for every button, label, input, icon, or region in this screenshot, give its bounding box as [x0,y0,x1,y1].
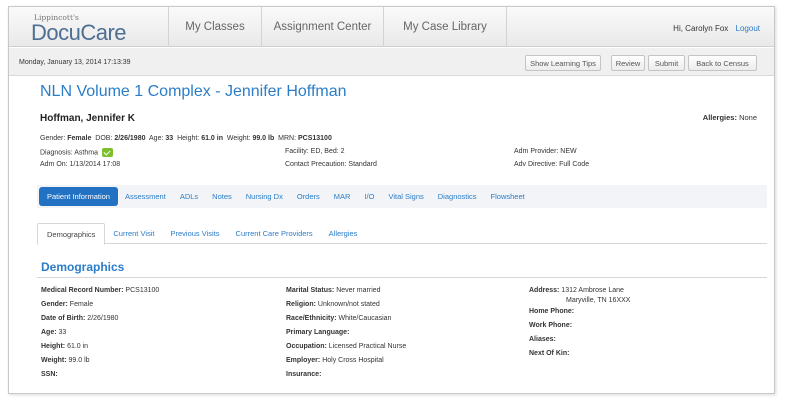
back-to-census-button[interactable]: Back to Census [688,55,757,71]
review-button[interactable]: Review [611,55,645,71]
nav-case-library[interactable]: My Case Library [384,7,507,47]
secondary-tabs: Demographics Current Visit Previous Visi… [37,223,767,245]
diagnosis: Diagnosis: Asthma [40,148,113,157]
primary-tabs: Patient Information Assessment ADLs Note… [37,185,767,208]
advance-directive: Adv Directive: Full Code [514,161,590,168]
mrn-value: PCS13100 [297,135,332,142]
field-work-phone: Work Phone: [529,322,573,329]
tab-allergies[interactable]: Allergies [321,223,366,244]
allergies-label: Allergies: [702,113,737,122]
age-value: 33 [165,135,174,142]
allergies-value: None [739,113,757,122]
logo-big-text: DocuCare [31,20,127,45]
field-date-of-birth: Date of Birth: 2/26/1980 [41,315,119,322]
field-ssn: SSN: [41,371,58,378]
height-label: Height: [177,135,200,142]
docucare-logo[interactable]: Lippincott's DocuCare [9,7,169,47]
patient-case-title: NLN Volume 1 Complex - Jennifer Hoffman [40,83,347,100]
field-religion: Religion: Unknown/not stated [286,301,380,308]
diagnosis-check-icon[interactable] [101,148,113,157]
gender-value: Female [67,135,92,142]
field-next-of-kin: Next Of Kin: [529,350,570,357]
tab-io[interactable]: I/O [357,187,381,206]
user-greeting: Hi, Carolyn Fox [673,24,729,33]
field-home-phone: Home Phone: [529,308,575,315]
field-gender: Gender: Female [41,301,94,308]
patient-vitals-line: Gender: Female DOB: 2/26/1980 Age: 33 He… [40,135,332,142]
tab-mar[interactable]: MAR [327,187,358,206]
action-bar: Monday, January 13, 2014 17:13:39 Show L… [9,48,774,76]
tab-diagnostics[interactable]: Diagnostics [431,187,484,206]
demographics-heading: Demographics [41,260,125,274]
show-learning-tips-button[interactable]: Show Learning Tips [525,55,601,71]
field-address-line2: Maryville, TN 16XXX [566,297,631,304]
age-label: Age: [149,135,164,142]
top-navigation: Lippincott's DocuCare My Classes Assignm… [9,7,774,47]
admitted-on: Adm On: 1/13/2014 17:08 [40,161,121,168]
field-medical-record-number: Medical Record Number: PCS13100 [41,287,160,294]
dob-value: 2/26/1980 [114,135,146,142]
facility-bed: Facility: ED, Bed: 2 [285,148,345,155]
tab-vital-signs[interactable]: Vital Signs [381,187,430,206]
submit-button[interactable]: Submit [648,55,685,71]
nav-my-classes[interactable]: My Classes [169,7,262,47]
field-age: Age: 33 [41,329,67,336]
field-race-ethnicity: Race/Ethnicity: White/Caucasian [286,315,392,322]
logout-link[interactable]: Logout [736,24,760,33]
height-value: 61.0 in [201,135,223,142]
field-marital-status: Marital Status: Never married [286,287,381,294]
gender-label: Gender: [40,135,66,142]
tab-flowsheet[interactable]: Flowsheet [484,187,532,206]
patient-name: Hoffman, Jennifer K [40,113,136,124]
contact-precaution: Contact Precaution: Standard [285,161,377,168]
weight-value: 99.0 lb [252,135,275,142]
field-height: Height: 61.0 in [41,343,89,350]
tab-current-visit[interactable]: Current Visit [105,223,162,244]
tab-orders[interactable]: Orders [290,187,327,206]
current-datetime: Monday, January 13, 2014 17:13:39 [19,59,131,66]
weight-label: Weight: [226,135,251,142]
field-weight: Weight: 99.0 lb [41,357,90,364]
user-box: Hi, Carolyn Fox Logout [673,24,760,33]
dob-label: DOB: [95,135,113,142]
tab-current-care-providers[interactable]: Current Care Providers [228,223,321,244]
field-employer: Employer: Holy Cross Hospital [286,357,384,364]
field-aliases: Aliases: [529,336,556,343]
field-primary-language: Primary Language: [286,329,350,336]
tab-demographics[interactable]: Demographics [37,223,106,245]
field-insurance: Insurance: [286,371,322,378]
tab-nursing-dx[interactable]: Nursing Dx [239,187,290,206]
tab-adls[interactable]: ADLs [173,187,205,206]
diagnosis-text: Diagnosis: Asthma [40,149,98,157]
app-frame: Lippincott's DocuCare My Classes Assignm… [8,6,775,394]
admitting-provider: Adm Provider: NEW [514,148,577,155]
field-occupation: Occupation: Licensed Practical Nurse [286,343,407,350]
section-divider [37,277,767,278]
field-address: Address: 1312 Ambrose Lane [529,287,624,294]
tab-previous-visits[interactable]: Previous Visits [163,223,228,244]
nav-assignment-center[interactable]: Assignment Center [262,7,384,47]
tab-notes[interactable]: Notes [205,187,239,206]
mrn-label: MRN: [278,135,297,142]
allergies-summary: Allergies: None [703,113,757,122]
tab-patient-information[interactable]: Patient Information [39,187,118,206]
tab-assessment[interactable]: Assessment [118,187,173,206]
